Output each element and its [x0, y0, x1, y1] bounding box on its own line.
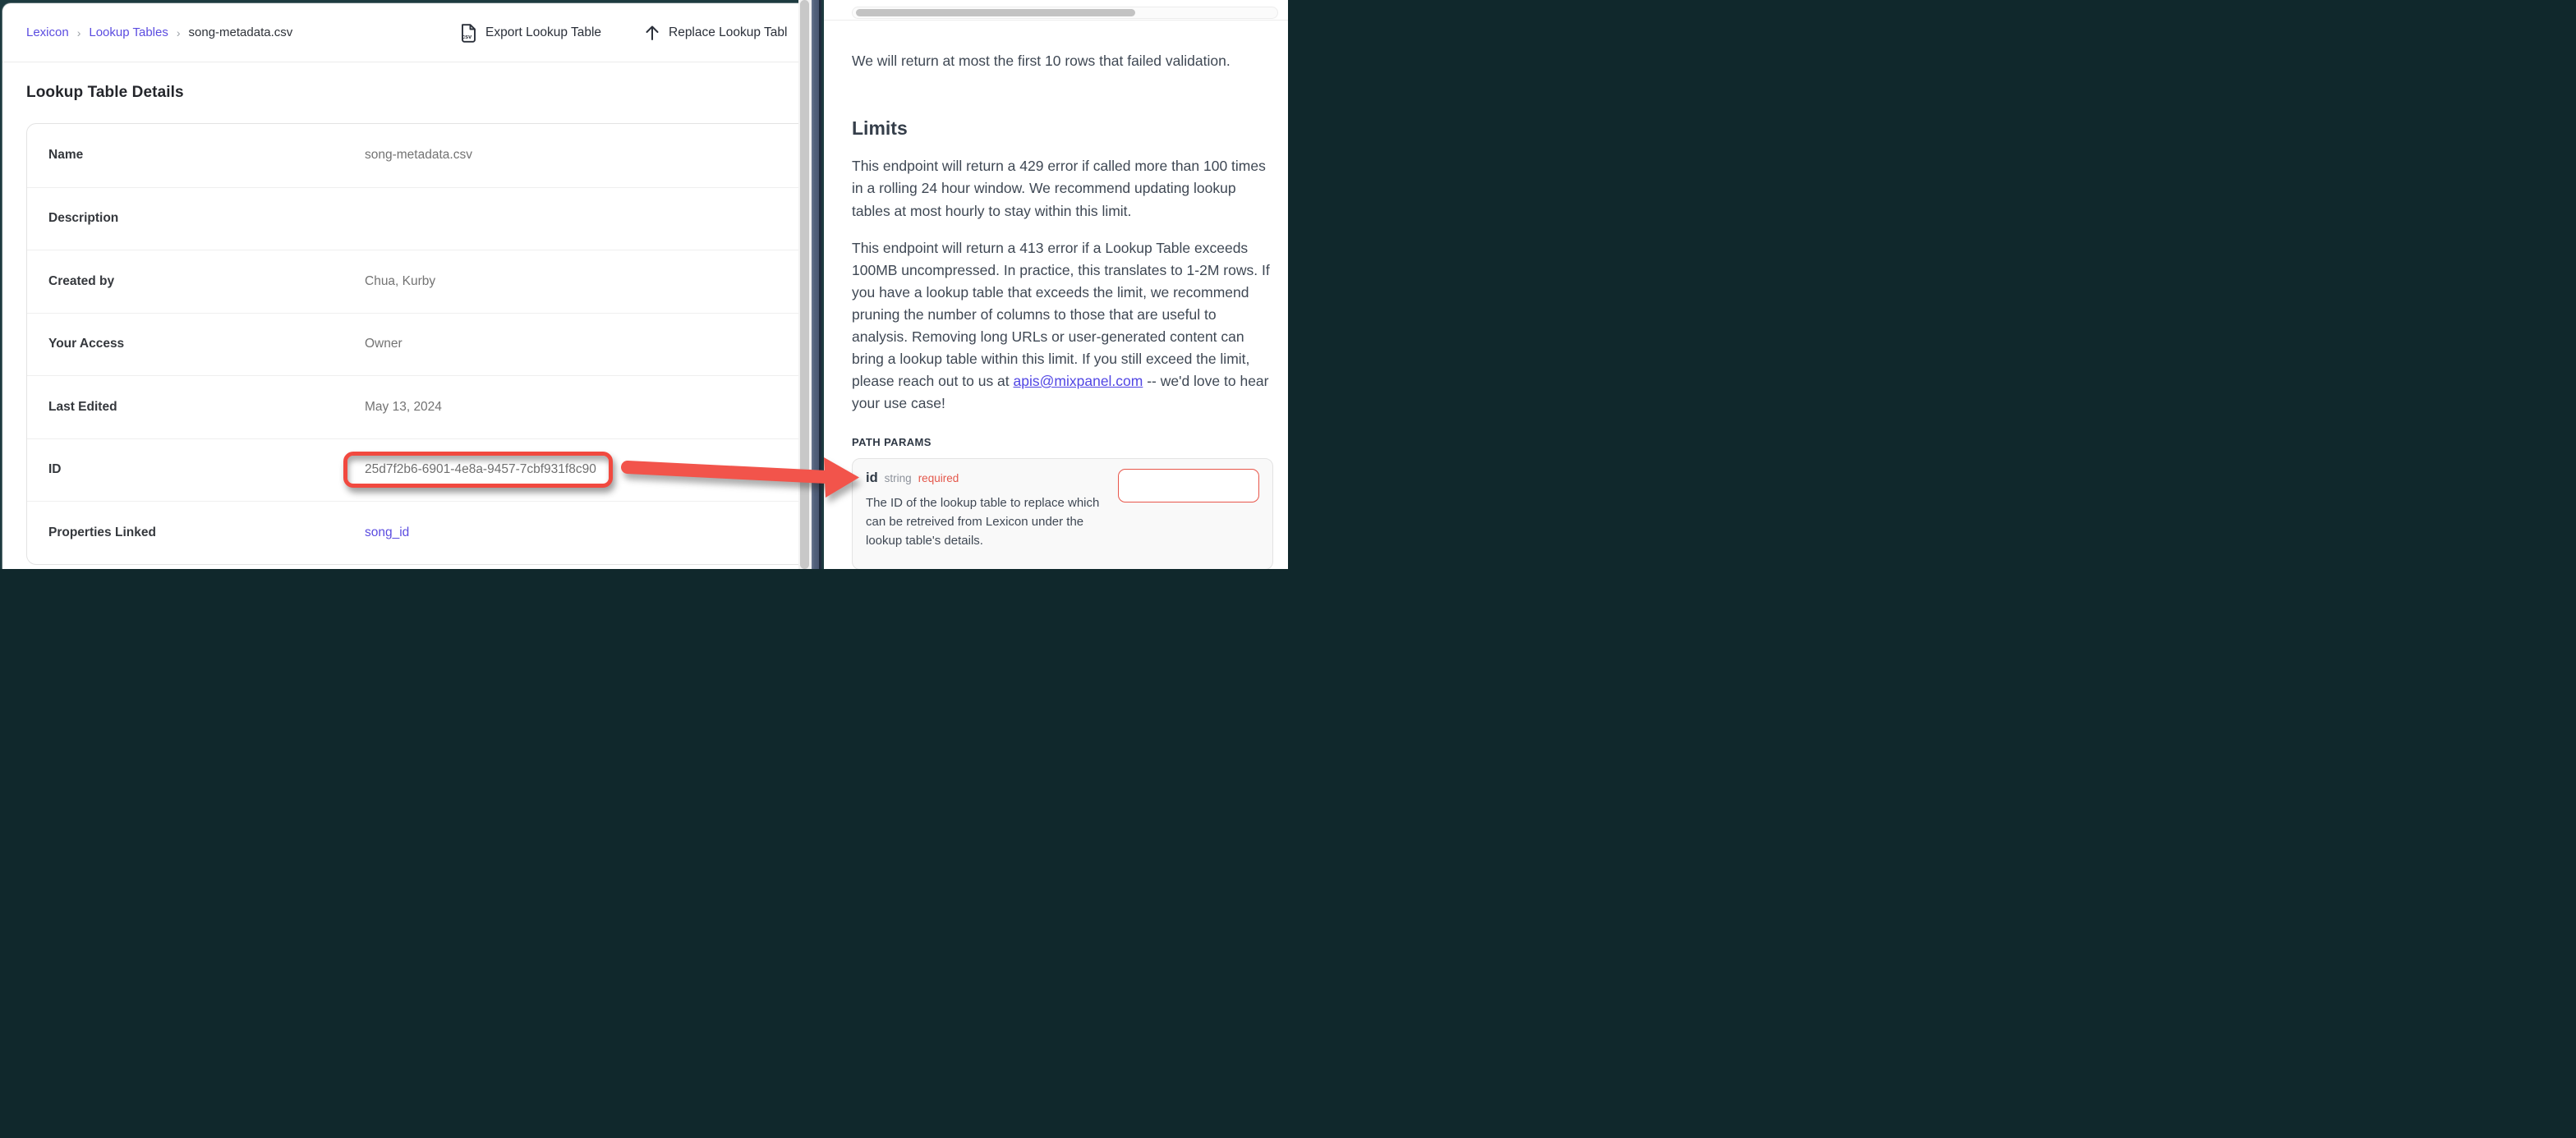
breadcrumb-separator-icon: ›	[77, 26, 81, 39]
linked-property-link[interactable]: song_id	[365, 525, 409, 540]
details-row-created-by: Created by Chua, Kurby	[27, 250, 799, 313]
horizontal-scrollbar-thumb[interactable]	[856, 9, 1135, 16]
lookup-table-header: Lexicon › Lookup Tables › song-metadata.…	[2, 3, 798, 62]
param-required-badge: required	[918, 472, 959, 484]
id-param-input[interactable]	[1118, 469, 1259, 502]
details-label: Last Edited	[48, 400, 365, 415]
details-row-id: ID 25d7f2b6-6901-4e8a-9457-7cbf931f8c90	[27, 438, 799, 502]
export-lookup-table-label: Export Lookup Table	[485, 25, 601, 40]
screen: Lexicon › Lookup Tables › song-metadata.…	[0, 0, 1288, 569]
lookup-table-details-card: Name song-metadata.csv Description Creat…	[26, 123, 799, 565]
details-label: Description	[48, 211, 365, 226]
details-label: ID	[48, 462, 365, 477]
svg-text:csv: csv	[462, 33, 472, 40]
details-label: Name	[48, 148, 365, 163]
details-value: May 13, 2024	[365, 400, 442, 415]
page-title: Lookup Table Details	[26, 84, 184, 102]
path-params-label: PATH PARAMS	[852, 436, 1273, 448]
details-row-description: Description	[27, 187, 799, 250]
apis-mixpanel-email-link[interactable]: apis@mixpanel.com	[1014, 373, 1143, 389]
details-value: 25d7f2b6-6901-4e8a-9457-7cbf931f8c90	[365, 452, 613, 488]
breadcrumb-separator-icon: ›	[177, 26, 181, 39]
lookup-table-id-value: 25d7f2b6-6901-4e8a-9457-7cbf931f8c90	[365, 462, 596, 477]
docs-content: We will return at most the first 10 rows…	[824, 21, 1288, 569]
details-row-properties-linked: Properties Linked song_id	[27, 501, 799, 564]
arrow-up-icon	[644, 24, 660, 42]
csv-file-icon: csv	[459, 23, 477, 44]
limits-413-paragraph: This endpoint will return a 413 error if…	[852, 237, 1273, 415]
details-value: Owner	[365, 337, 402, 351]
window-edge-divider	[812, 0, 821, 569]
param-name: id	[866, 470, 878, 486]
docs-panel: We will return at most the first 10 rows…	[824, 0, 1288, 569]
details-row-last-edited: Last Edited May 13, 2024	[27, 375, 799, 438]
details-row-your-access: Your Access Owner	[27, 313, 799, 376]
id-param-card: id string required The ID of the lookup …	[852, 458, 1273, 569]
horizontal-scrollbar-track	[852, 7, 1278, 19]
limits-heading: Limits	[852, 116, 1273, 140]
details-label: Your Access	[48, 337, 365, 351]
details-value: Chua, Kurby	[365, 274, 435, 289]
validation-note-text: We will return at most the first 10 rows…	[852, 50, 1273, 73]
annotation-highlight-box: 25d7f2b6-6901-4e8a-9457-7cbf931f8c90	[343, 452, 613, 488]
breadcrumb-lookup-tables[interactable]: Lookup Tables	[89, 25, 168, 39]
details-label: Properties Linked	[48, 525, 365, 540]
limits-413-text: This endpoint will return a 413 error if…	[852, 240, 1270, 389]
left-window-scrollbar-thumb[interactable]	[800, 0, 809, 569]
docs-hscroll-row	[824, 0, 1288, 21]
param-type: string	[885, 472, 912, 484]
details-label: Created by	[48, 274, 365, 289]
limits-429-paragraph: This endpoint will return a 429 error if…	[852, 155, 1273, 223]
lookup-table-window: Lexicon › Lookup Tables › song-metadata.…	[2, 3, 798, 569]
param-description: The ID of the lookup table to replace wh…	[866, 493, 1102, 550]
breadcrumb-lexicon[interactable]: Lexicon	[26, 25, 69, 39]
replace-lookup-table-label: Replace Lookup Tabl	[669, 25, 788, 40]
replace-lookup-table-button[interactable]: Replace Lookup Tabl	[644, 3, 798, 62]
export-lookup-table-button[interactable]: csv Export Lookup Table	[459, 3, 601, 62]
details-value: song-metadata.csv	[365, 148, 472, 163]
breadcrumb-current-file: song-metadata.csv	[189, 25, 293, 39]
breadcrumb: Lexicon › Lookup Tables › song-metadata.…	[26, 25, 292, 39]
details-row-name: Name song-metadata.csv	[27, 124, 799, 187]
